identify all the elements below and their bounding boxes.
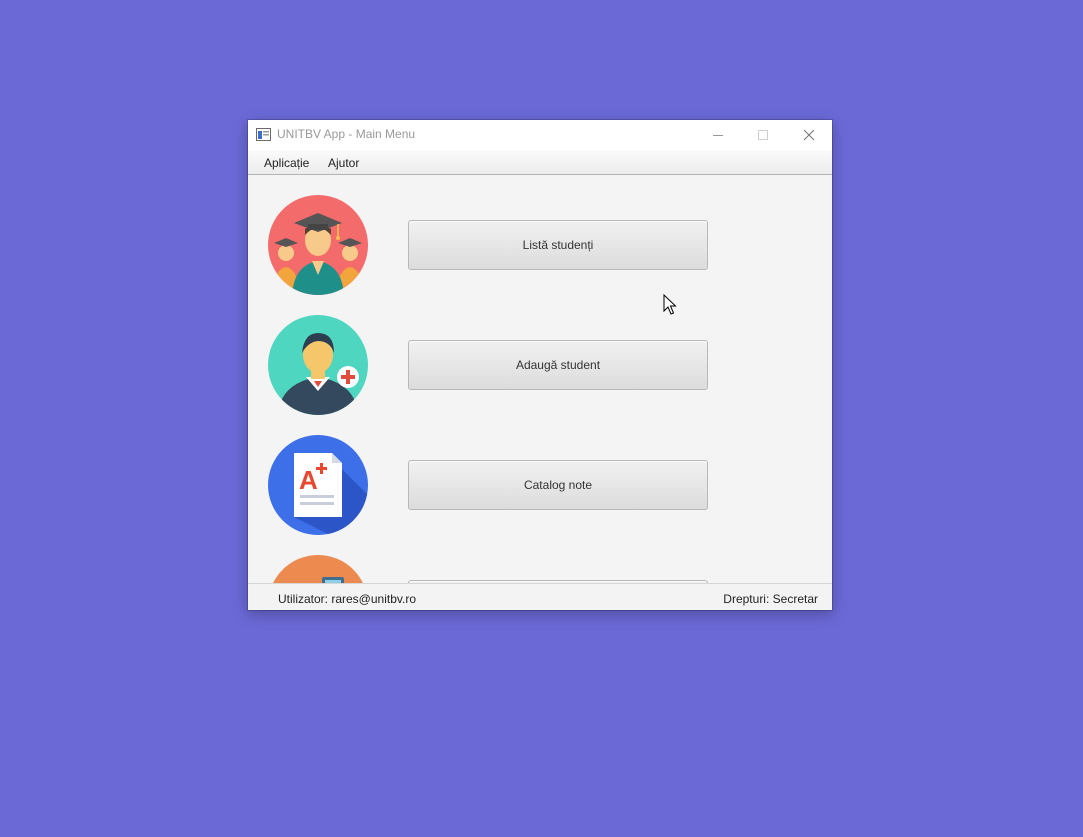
minimize-icon — [713, 135, 723, 136]
grade-document-icon: A — [268, 435, 368, 535]
menu-aplicatie[interactable]: Aplicație — [264, 156, 309, 170]
status-user: Utilizator: rares@unitbv.ro — [278, 592, 416, 606]
status-rights: Drepturi: Secretar — [723, 592, 818, 606]
menu-ajutor[interactable]: Ajutor — [328, 156, 359, 170]
main-window: UNITBV App - Main Menu Aplicație Ajutor — [248, 120, 832, 610]
close-icon — [803, 129, 815, 141]
maximize-icon — [758, 130, 768, 140]
menu-bar: Aplicație Ajutor — [248, 150, 832, 175]
window-title: UNITBV App - Main Menu — [277, 127, 416, 141]
graduates-icon — [268, 195, 368, 295]
mouse-cursor-icon — [663, 294, 677, 315]
partial-icon — [268, 555, 368, 583]
app-icon — [256, 128, 271, 141]
adauga-student-button[interactable]: Adaugă student — [408, 340, 708, 390]
minimize-button[interactable] — [695, 120, 741, 150]
catalog-note-button[interactable]: Catalog note — [408, 460, 708, 510]
lista-studenti-button[interactable]: Listă studenți — [408, 220, 708, 270]
close-button[interactable] — [786, 120, 832, 150]
svg-text:A: A — [299, 465, 318, 495]
maximize-button[interactable] — [740, 120, 786, 150]
status-bar: Utilizator: rares@unitbv.ro Drepturi: Se… — [248, 583, 832, 610]
main-menu-content[interactable]: Listă studenți Adaugă student A Catalog … — [248, 175, 832, 583]
title-bar[interactable]: UNITBV App - Main Menu — [248, 120, 832, 150]
add-student-icon — [268, 315, 368, 415]
